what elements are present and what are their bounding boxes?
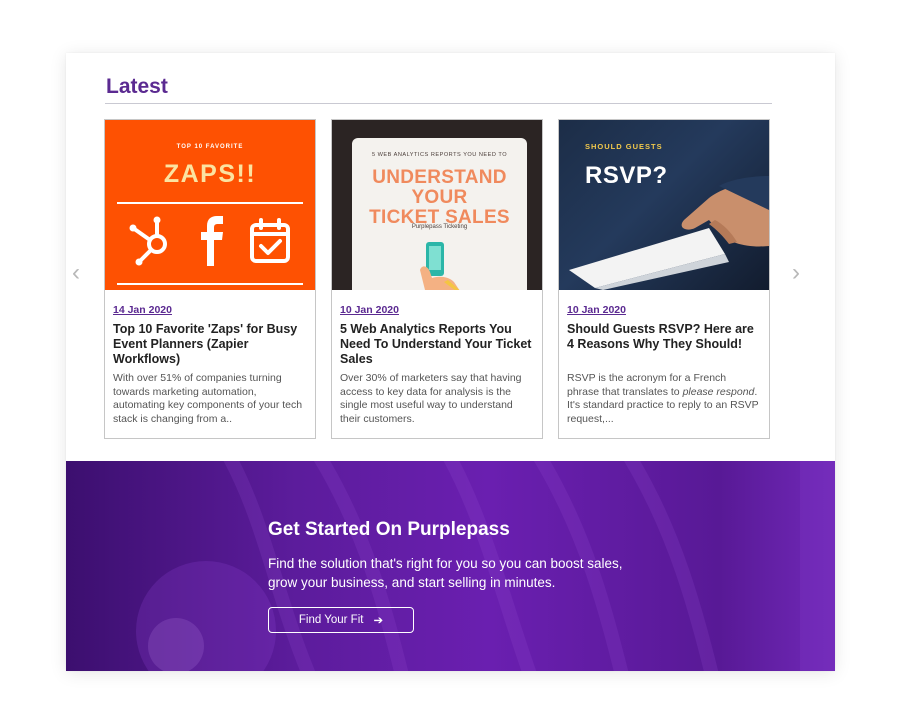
post-card-web-analytics[interactable]: 5 WEB ANALYTICS REPORTS YOU NEED TO UNDE… [331, 119, 543, 439]
section-title: Latest [106, 75, 168, 98]
chevron-left-icon[interactable]: ‹ [72, 259, 80, 287]
get-started-banner: Get Started On Purplepass Find the solut… [66, 461, 835, 671]
image-rule-top [117, 202, 303, 204]
hand-with-envelope-icon [569, 176, 769, 290]
image-kicker: TOP 10 FAVORITE [176, 144, 244, 150]
post-card-rsvp[interactable]: SHOULD GUESTS RSVP? 10 Jan 2020 Should G… [558, 119, 770, 439]
post-date[interactable]: 10 Jan 2020 [567, 304, 626, 316]
post-image-web-analytics[interactable]: 5 WEB ANALYTICS REPORTS YOU NEED TO UNDE… [332, 120, 542, 290]
post-title[interactable]: Top 10 Favorite 'Zaps' for Busy Event Pl… [113, 322, 309, 367]
image-headline-line1: UNDERSTAND YOUR [372, 167, 507, 208]
button-label: Find Your Fit [298, 614, 364, 626]
post-title[interactable]: Should Guests RSVP? Here are 4 Reasons W… [567, 322, 763, 352]
title-divider [105, 103, 772, 104]
image-headline: UNDERSTAND YOUR TICKET SALES [352, 168, 527, 228]
chevron-right-icon[interactable]: › [792, 259, 800, 287]
find-your-fit-button[interactable]: Find Your Fit ➔ [268, 607, 414, 633]
image-rule-bottom [117, 283, 303, 285]
post-image-rsvp[interactable]: SHOULD GUESTS RSVP? [559, 120, 769, 290]
post-card-zaps[interactable]: TOP 10 FAVORITE ZAPS!! 14 Jan 2020 Top 1… [104, 119, 316, 439]
calendar-check-icon [250, 218, 290, 263]
post-excerpt: RSVP is the acronym for a French phrase … [567, 372, 761, 427]
post-date[interactable]: 10 Jan 2020 [340, 304, 399, 316]
image-sheet: 5 WEB ANALYTICS REPORTS YOU NEED TO UNDE… [352, 138, 527, 290]
latest-posts-panel: Latest ‹ › TOP 10 FAVORITE ZAPS!! 14 Jan… [66, 53, 835, 671]
image-subtitle: Purplepass Ticketing [411, 224, 468, 230]
post-excerpt-emphasis: please respond [682, 385, 755, 398]
post-title[interactable]: 5 Web Analytics Reports You Need To Unde… [340, 322, 536, 367]
arrow-right-icon: ➔ [373, 615, 384, 627]
post-date[interactable]: 14 Jan 2020 [113, 304, 172, 316]
banner-title: Get Started On Purplepass [268, 519, 510, 540]
image-kicker: 5 WEB ANALYTICS REPORTS YOU NEED TO [371, 152, 508, 158]
post-excerpt: With over 51% of companies turning towar… [113, 372, 303, 426]
post-excerpt: Over 30% of marketers say that having ac… [340, 372, 522, 426]
image-headline: ZAPS!! [163, 160, 257, 188]
banner-text: Find the solution that's right for you s… [268, 556, 623, 590]
facebook-icon [201, 216, 223, 266]
phone-in-hand-icon [420, 242, 460, 290]
post-image-zaps[interactable]: TOP 10 FAVORITE ZAPS!! [105, 120, 315, 290]
hubspot-icon [129, 216, 167, 266]
